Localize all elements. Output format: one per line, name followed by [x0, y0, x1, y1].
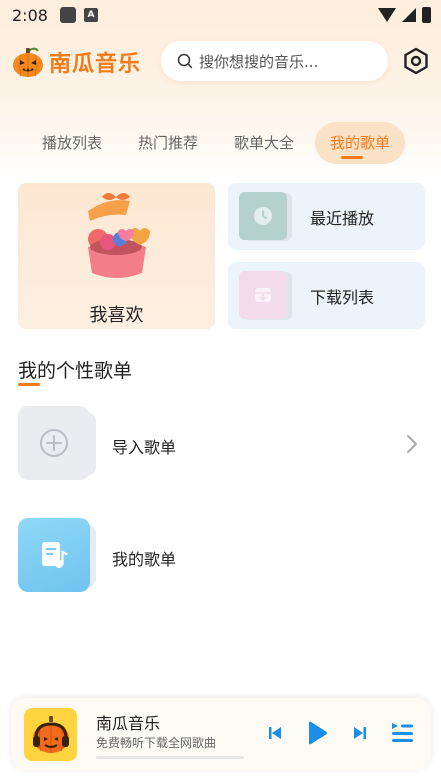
import-playlist-label: 导入歌单	[112, 438, 177, 457]
section-title: 我的个性歌单	[18, 360, 133, 382]
skip-previous-icon	[269, 727, 281, 739]
app-header: 南瓜音乐 搜你想搜的音乐...	[0, 40, 441, 84]
tab-playlist[interactable]: 播放列表	[28, 122, 116, 164]
previous-track-button[interactable]	[266, 723, 284, 743]
notification-square-icon	[59, 7, 76, 23]
download-list-card[interactable]: 下载列表	[228, 262, 425, 329]
signal-icon	[402, 8, 416, 22]
settings-hexagon-icon[interactable]	[401, 46, 431, 76]
battery-icon	[422, 7, 431, 23]
player-track-title: 南瓜音乐	[96, 714, 161, 733]
download-icon-tile	[239, 271, 287, 319]
search-icon	[177, 53, 193, 69]
import-cover	[18, 406, 90, 480]
pumpkin-logo-icon	[13, 47, 43, 77]
tab-bar: 播放列表 热门推荐 歌单大全 我的歌单	[0, 122, 441, 164]
next-track-button[interactable]	[351, 723, 369, 743]
favorites-label: 我喜欢	[89, 305, 144, 326]
download-box-icon	[255, 288, 271, 302]
search-input[interactable]: 搜你想搜的音乐...	[161, 41, 388, 81]
play-icon	[309, 721, 327, 745]
tab-active-indicator	[341, 156, 363, 159]
queue-list-icon	[392, 723, 413, 742]
status-bar: 2:08 A	[0, 0, 441, 30]
plus-circle-icon	[40, 429, 68, 457]
app-title: 南瓜音乐	[49, 52, 142, 77]
clock-icon	[254, 207, 272, 225]
player-track-subtitle: 免费畅听下载全网歌曲	[96, 736, 217, 750]
recent-play-label: 最近播放	[310, 209, 375, 228]
pumpkin-headphones-icon	[32, 715, 69, 753]
gift-box-icon	[88, 193, 150, 278]
mini-player[interactable]: 南瓜音乐 免费畅听下载全网歌曲	[11, 698, 431, 770]
download-list-label: 下载列表	[310, 288, 375, 307]
wifi-icon	[378, 8, 396, 22]
skip-next-icon	[354, 727, 366, 739]
tab-hot[interactable]: 热门推荐	[124, 122, 212, 164]
tab-all-playlists[interactable]: 歌单大全	[220, 122, 308, 164]
notification-a-icon: A	[83, 8, 98, 22]
player-cover[interactable]	[24, 708, 77, 761]
my-playlist-cover	[18, 518, 90, 592]
search-placeholder: 搜你想搜的音乐...	[199, 52, 319, 71]
recent-play-card[interactable]: 最近播放	[228, 183, 425, 250]
favorites-card[interactable]: 我喜欢	[18, 183, 215, 329]
section-title-underline	[18, 383, 40, 386]
recent-play-icon-tile	[239, 192, 287, 240]
music-note-doc-icon	[42, 542, 68, 568]
my-playlist-item[interactable]: 我的歌单	[18, 518, 425, 594]
my-playlist-label: 我的歌单	[112, 550, 177, 569]
play-button[interactable]	[303, 718, 331, 748]
status-time: 2:08	[12, 5, 48, 25]
import-playlist-item[interactable]: 导入歌单	[18, 406, 425, 482]
player-progress-bar[interactable]	[96, 756, 244, 759]
chevron-right-icon	[407, 435, 417, 453]
playlist-queue-button[interactable]	[389, 720, 415, 746]
